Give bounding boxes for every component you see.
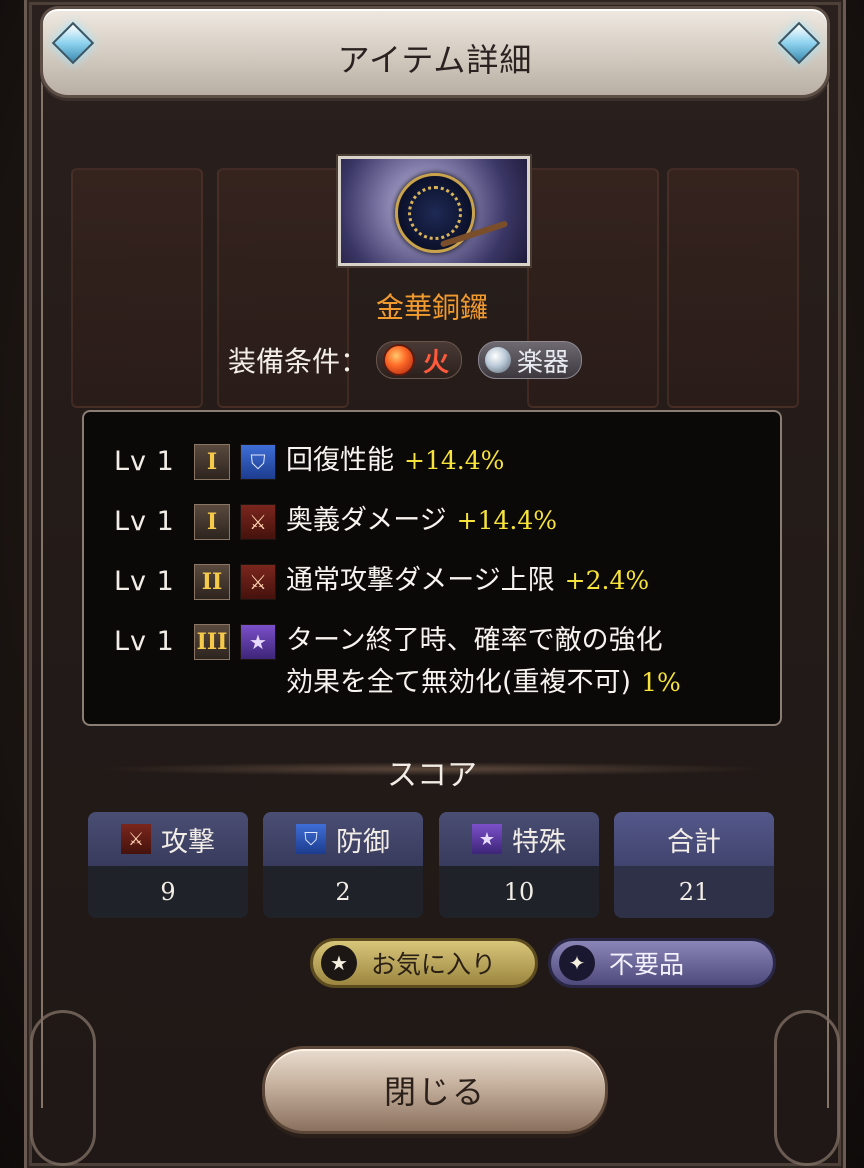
weapon-type-badge: 楽器 [478, 341, 583, 379]
effect-value: +14.4% [456, 506, 558, 535]
element-label: 火 [423, 347, 450, 378]
junk-button[interactable]: ✦ 不要品 [548, 938, 776, 988]
score-value: 2 [263, 866, 423, 918]
effect-level: Lv 1 [114, 506, 175, 537]
weapon-type-label: 楽器 [517, 347, 570, 378]
tier-badge: I [194, 444, 230, 480]
effect-level: Lv 1 [114, 626, 175, 657]
frame-border-left [41, 60, 43, 1108]
score-label: 攻撃 [161, 826, 215, 858]
shield-icon: ⛉ [240, 444, 276, 480]
item-image [338, 156, 530, 266]
score-header: ⚔ 攻撃 [88, 812, 248, 866]
tier-badge: II [194, 564, 230, 600]
crossed-swords-icon: ⚔ [121, 824, 151, 854]
frame-border-right [827, 60, 829, 1108]
score-header: ★ 特殊 [439, 812, 599, 866]
close-button[interactable]: 閉じる [262, 1046, 608, 1134]
star-icon: ★ [240, 624, 276, 660]
score-card-special: ★ 特殊 10 [439, 812, 599, 918]
score-value: 10 [439, 866, 599, 918]
effect-row: Lv 1 II ⚔ 通常攻撃ダメージ上限 +2.4% [114, 564, 649, 602]
sparkle-icon: ✦ [559, 945, 595, 981]
close-label: 閉じる [383, 1073, 486, 1111]
tier-badge: III [194, 624, 230, 660]
effect-text: ターン終了時、確率で敵の強化 効果を全て無効化(重複不可) 1% [286, 625, 681, 698]
effect-row: Lv 1 III ★ ターン終了時、確率で敵の強化 効果を全て無効化(重複不可)… [114, 624, 681, 704]
effect-value: +14.4% [404, 446, 505, 475]
instrument-icon [485, 347, 512, 373]
effect-level: Lv 1 [114, 446, 175, 477]
tier-badge: I [194, 504, 230, 540]
star-icon: ★ [472, 824, 502, 854]
favorite-label: お気に入り [371, 950, 497, 979]
frame-flourish [774, 1010, 840, 1166]
score-card-total: 合計 21 [614, 812, 774, 918]
effect-value: +2.4% [564, 566, 650, 595]
shield-icon: ⛉ [296, 824, 326, 854]
score-value: 9 [88, 866, 248, 918]
modal-header: アイテム詳細 [40, 6, 830, 98]
frame-flourish [30, 1010, 96, 1166]
effect-text: 通常攻撃ダメージ上限 +2.4% [286, 565, 650, 596]
score-card-attack: ⚔ 攻撃 9 [88, 812, 248, 918]
item-name: 金華銅鑼 [375, 291, 488, 324]
score-label: 特殊 [512, 826, 566, 858]
effect-text: 回復性能 +14.4% [286, 445, 505, 476]
effect-value: 1% [641, 668, 681, 697]
modal-title: アイテム詳細 [337, 41, 533, 79]
crossed-swords-icon: ⚔ [240, 564, 276, 600]
favorite-button[interactable]: ★ お気に入り [310, 938, 538, 988]
effects-panel: Lv 1 I ⛉ 回復性能 +14.4% Lv 1 I ⚔ 奥義ダメージ +14.4… [82, 410, 782, 726]
element-badge-fire: 火 [376, 341, 463, 379]
score-label: 合計 [667, 826, 721, 858]
score-header: 合計 [614, 812, 774, 866]
gong-pattern [408, 186, 462, 240]
score-label: 防御 [336, 826, 390, 858]
score-header: ⛉ 防御 [263, 812, 423, 866]
effect-level: Lv 1 [114, 566, 175, 597]
effect-text: 奥義ダメージ +14.4% [286, 505, 558, 536]
equip-label: 装備条件： [228, 345, 369, 378]
score-card-defense: ⛉ 防御 2 [263, 812, 423, 918]
star-icon: ★ [321, 945, 357, 981]
score-value: 21 [614, 866, 774, 918]
equip-requirements: 装備条件： 火 楽器 [228, 340, 598, 380]
effect-row: Lv 1 I ⛉ 回復性能 +14.4% [114, 444, 504, 482]
junk-label: 不要品 [609, 950, 685, 979]
score-title: スコア [387, 758, 477, 793]
effect-row: Lv 1 I ⚔ 奥義ダメージ +14.4% [114, 504, 557, 542]
crossed-swords-icon: ⚔ [240, 504, 276, 540]
gong-icon [395, 173, 475, 253]
fire-orb-icon [383, 344, 416, 376]
